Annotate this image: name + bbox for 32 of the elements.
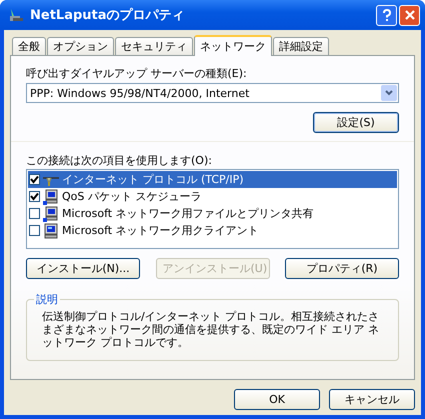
close-icon xyxy=(404,9,416,21)
tab[interactable]: ネットワーク xyxy=(194,35,272,56)
settings-button[interactable]: 設定(S) xyxy=(313,112,399,133)
computer-icon xyxy=(43,188,59,204)
computer-icon xyxy=(43,206,59,222)
help-icon xyxy=(380,9,392,21)
action-button[interactable]: インストール(N)... xyxy=(26,258,140,279)
tab[interactable]: オプション xyxy=(47,37,114,55)
close-button[interactable] xyxy=(399,4,420,26)
field-label: 呼び出すダイヤルアップ サーバーの種類(E): xyxy=(26,66,248,80)
window-title: NetLaputaのプロパティ xyxy=(30,6,186,24)
checkbox[interactable] xyxy=(29,174,40,185)
tab[interactable]: セキュリティ xyxy=(115,37,193,55)
checkbox[interactable] xyxy=(29,191,40,202)
ok-button[interactable]: OK xyxy=(234,389,320,410)
list-item[interactable]: Microsoft ネットワーク用クライアント xyxy=(28,222,397,239)
tab[interactable]: 全般 xyxy=(12,37,46,55)
list-item[interactable]: インターネット プロトコル (TCP/IP) xyxy=(28,171,397,188)
help-button[interactable] xyxy=(376,4,397,26)
tab[interactable]: 詳細設定 xyxy=(273,37,329,55)
server-type-dropdown[interactable]: PPP: Windows 95/98/NT4/2000, Internet xyxy=(26,83,399,103)
action-button[interactable]: プロパティ(R) xyxy=(285,258,399,279)
computer-icon xyxy=(43,222,59,238)
list-item[interactable]: QoS パケット スケジューラ xyxy=(28,188,397,205)
network-icon xyxy=(8,7,24,23)
checkbox[interactable] xyxy=(29,225,40,236)
checkbox[interactable] xyxy=(29,208,40,219)
list-item[interactable]: Microsoft ネットワーク用ファイルとプリンタ共有 xyxy=(28,205,397,222)
description-text: 伝送制御プロトコル/インターネット プロトコル。相互接続されたさまざまなネットワーク間の通信を提供する、既定のワイド エリア ネットワーク プロトコルです。 xyxy=(42,310,380,349)
group-title: 説明 xyxy=(34,292,60,307)
cancel-button[interactable]: キャンセル xyxy=(329,389,415,410)
list-label: この接続は次の項目を使用します(O): xyxy=(26,153,213,167)
